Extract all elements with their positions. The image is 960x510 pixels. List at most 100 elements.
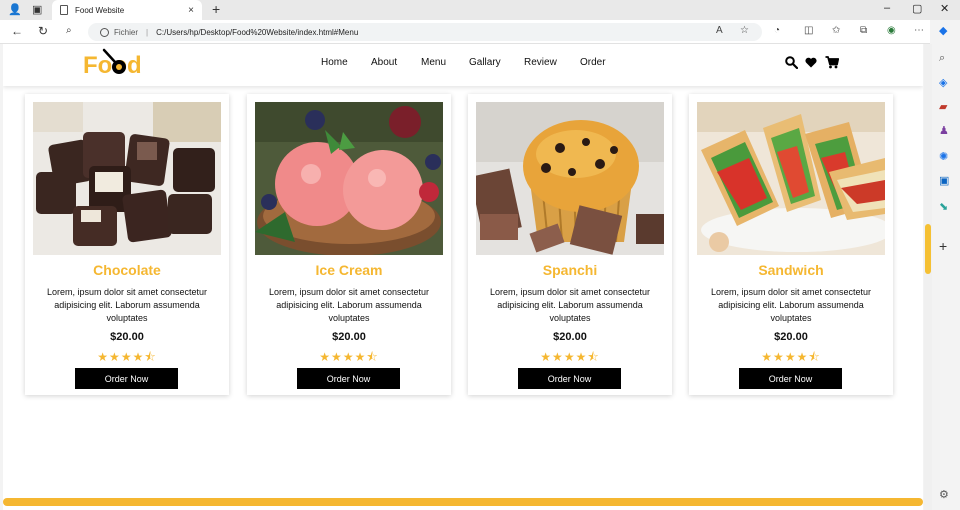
sidebar-search-icon[interactable]: ⌕ [939, 52, 945, 65]
item-description: Lorem, ipsum dolor sit amet consectetur … [489, 287, 651, 323]
item-description: Lorem, ipsum dolor sit amet consectetur … [46, 287, 208, 323]
drop-icon[interactable]: ⬊ [939, 200, 948, 213]
edge-sidebar: ◆ ⌕ ◈ ▰ ♟ ✺ ▣ ⬊ + ⚙ [930, 20, 960, 510]
star-half-icon: ⯪ [366, 350, 379, 364]
star-icon: ★ [319, 350, 332, 364]
star-icon: ★ [784, 350, 797, 364]
item-description: Lorem, ipsum dolor sit amet consectetur … [710, 287, 872, 323]
browser-toolbar: ← ↻ ⌕ Fichier | C:/Users/hp/Desktop/Food… [0, 20, 960, 44]
nav-home[interactable]: Home [321, 57, 348, 68]
item-price: $20.00 [553, 331, 587, 343]
order-now-button[interactable]: Order Now [739, 368, 842, 389]
site-header: Food Home About Menu Gallary Review Orde… [3, 44, 923, 86]
tools-icon[interactable]: ▰ [939, 100, 947, 113]
star-icon: ★ [132, 350, 145, 364]
shopping-tag-icon[interactable]: ◈ [939, 76, 947, 89]
collections-icon[interactable]: ⧉ [860, 25, 867, 36]
star-icon: ★ [575, 350, 588, 364]
item-title: Spanchi [542, 262, 598, 278]
profile-icon[interactable]: 👤 [8, 3, 22, 16]
sidebar-settings-icon[interactable]: ⚙ [939, 488, 949, 501]
star-rating: ★★★★⯪ [247, 348, 451, 369]
star-icon: ★ [552, 350, 564, 364]
star-icon: ★ [773, 350, 785, 364]
menu-card-spanchi: Spanchi Lorem, ipsum dolor sit amet cons… [468, 94, 672, 395]
read-aloud-icon[interactable]: A [716, 25, 723, 36]
tab-close-icon[interactable]: × [188, 5, 194, 16]
star-rating: ★★★★⯪ [25, 348, 229, 369]
star-icon: ★ [342, 350, 355, 364]
add-sidebar-app-icon[interactable]: + [939, 238, 947, 254]
minimize-button[interactable]: – [884, 2, 890, 14]
refresh-icon[interactable]: ↻ [38, 24, 48, 38]
item-price: $20.00 [332, 331, 366, 343]
star-icon: ★ [563, 350, 576, 364]
search-icon[interactable] [785, 56, 798, 69]
site-info-icon[interactable] [100, 27, 109, 37]
page-icon [60, 5, 68, 15]
outlook-icon[interactable]: ▣ [939, 174, 949, 187]
scrollbar-thumb[interactable] [925, 224, 931, 274]
nav-review[interactable]: Review [524, 57, 557, 68]
search-icon[interactable]: ⌕ [66, 25, 72, 36]
star-icon: ★ [761, 350, 774, 364]
star-icon: ★ [120, 350, 133, 364]
nav-order[interactable]: Order [580, 57, 606, 68]
star-icon: ★ [109, 350, 121, 364]
new-tab-button[interactable]: + [212, 1, 220, 17]
order-now-button[interactable]: Order Now [75, 368, 178, 389]
back-icon[interactable]: ← [11, 24, 23, 38]
nav-menu[interactable]: Menu [421, 57, 446, 68]
favorite-star-icon[interactable]: ☆ [740, 25, 749, 36]
item-description: Lorem, ipsum dolor sit amet consectetur … [268, 287, 430, 323]
url-text[interactable]: C:/Users/hp/Desktop/Food%20Website/index… [156, 28, 358, 37]
menu-card-ice-cream: Ice Cream Lorem, ipsum dolor sit amet co… [247, 94, 451, 395]
more-menu-icon[interactable]: ⋯ [914, 25, 924, 36]
copilot-icon[interactable]: ◆ [939, 24, 947, 37]
nav-gallary[interactable]: Gallary [469, 57, 501, 68]
item-price: $20.00 [110, 331, 144, 343]
muffin-photo [476, 102, 664, 255]
star-half-icon: ⯪ [587, 350, 600, 364]
chocolate-photo [33, 102, 221, 255]
tab-title: Food Website [75, 5, 125, 15]
extension-icon[interactable]: ◉ [887, 25, 896, 36]
people-icon[interactable]: ♟ [939, 124, 949, 137]
browser-tab-active[interactable]: Food Website × [52, 0, 202, 20]
ice-cream-photo [255, 102, 443, 255]
item-title: Chocolate [93, 262, 161, 278]
item-title: Ice Cream [315, 262, 383, 278]
workspaces-icon[interactable]: ▣ [32, 3, 42, 16]
bottom-accent-bar [3, 498, 923, 506]
refresh-extension-icon[interactable]: ◔ [774, 25, 780, 36]
page-scrollbar[interactable] [924, 44, 932, 510]
heart-icon[interactable] [805, 57, 817, 68]
address-prefix: Fichier [114, 27, 139, 37]
menu-card-sandwich: Sandwich Lorem, ipsum dolor sit amet con… [689, 94, 893, 395]
star-rating: ★★★★⯪ [468, 348, 672, 369]
sandwich-photo [697, 102, 885, 255]
nav-about[interactable]: About [371, 57, 397, 68]
address-separator: | [146, 27, 149, 37]
order-now-button[interactable]: Order Now [518, 368, 621, 389]
favorites-icon[interactable]: ✩ [832, 25, 840, 36]
page-viewport: Food Home About Menu Gallary Review Orde… [3, 44, 923, 510]
games-icon[interactable]: ✺ [939, 150, 948, 163]
star-icon: ★ [354, 350, 367, 364]
star-half-icon: ⯪ [144, 350, 157, 364]
item-price: $20.00 [774, 331, 808, 343]
order-now-button[interactable]: Order Now [297, 368, 400, 389]
item-title: Sandwich [758, 262, 824, 278]
star-icon: ★ [331, 350, 343, 364]
star-icon: ★ [540, 350, 553, 364]
split-screen-icon[interactable]: ◫ [804, 25, 813, 36]
browser-tabstrip: 👤 ▣ Food Website × + – ▢ ✕ [0, 0, 960, 20]
maximize-button[interactable]: ▢ [912, 2, 922, 15]
cart-icon[interactable] [825, 56, 839, 69]
address-bar[interactable]: Fichier | C:/Users/hp/Desktop/Food%20Web… [88, 23, 762, 41]
frying-pan-icon [102, 48, 126, 74]
star-icon: ★ [97, 350, 110, 364]
menu-card-chocolate: Chocolate Lorem, ipsum dolor sit amet co… [25, 94, 229, 395]
close-window-button[interactable]: ✕ [940, 2, 949, 15]
star-icon: ★ [796, 350, 809, 364]
